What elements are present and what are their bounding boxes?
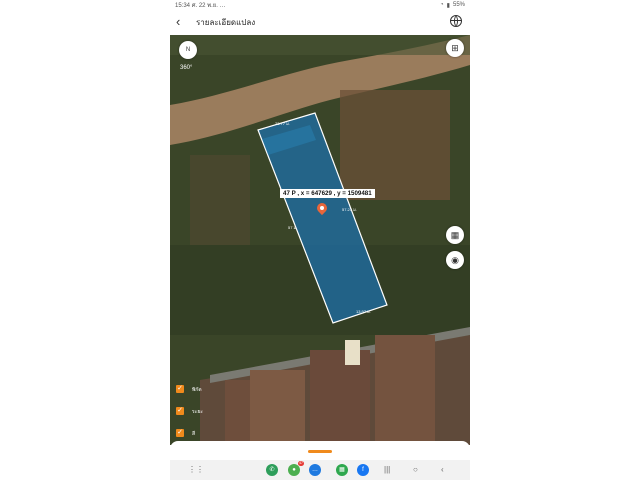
app-header: ‹ รายละเอียดแปลง bbox=[170, 10, 470, 34]
camera-button[interactable]: ◉ bbox=[446, 251, 464, 269]
phone-screen: 15:34 ศ. 22 พ.ย. … ◔ ▮ 55% ‹ รายละเอียดแ… bbox=[170, 0, 470, 480]
status-date: ศ. 22 พ.ย. bbox=[191, 3, 218, 9]
notification-badge: 47 bbox=[298, 461, 304, 466]
satellite-map[interactable]: 23.77 ม. 57.23 ม. 57 ม. 13.97 ม. 47 P , … bbox=[170, 35, 470, 445]
phone-app-icon[interactable]: ✆ bbox=[266, 464, 278, 476]
back-nav-icon[interactable]: ‹ bbox=[441, 464, 444, 476]
status-indicators: … bbox=[219, 3, 226, 9]
compass-icon: N bbox=[185, 46, 191, 53]
status-bar: 15:34 ศ. 22 พ.ย. … ◔ ▮ 55% bbox=[170, 0, 470, 10]
app-drawer-icon[interactable]: ⋮⋮ bbox=[188, 464, 204, 476]
dimension-top: 23.77 ม. bbox=[275, 121, 290, 126]
view-360-label[interactable]: 360° bbox=[180, 65, 192, 71]
signal-icon: ▮ bbox=[446, 2, 450, 9]
dimension-left: 57 ม. bbox=[288, 225, 298, 230]
dimension-right: 57.23 ม. bbox=[342, 207, 357, 212]
battery-level: 55% bbox=[452, 2, 465, 8]
grid-icon: ▦ bbox=[450, 229, 460, 240]
system-nav-bar: ⋮⋮ ✆ ● 47 … ▦ f ||| ○ ‹ bbox=[170, 460, 470, 480]
layer-label: ระยะ bbox=[192, 409, 203, 415]
layers-button[interactable]: ▦ bbox=[446, 226, 464, 244]
map-imagery bbox=[170, 35, 470, 445]
recent-apps-icon[interactable]: ||| bbox=[384, 464, 390, 476]
map-view-button[interactable]: ⊞ bbox=[446, 39, 464, 57]
checkbox[interactable]: ✓ bbox=[176, 385, 184, 393]
globe-icon[interactable] bbox=[450, 15, 462, 27]
layer-label: พิกัด bbox=[192, 387, 202, 393]
messages-app-icon[interactable]: ● 47 bbox=[288, 461, 304, 476]
back-arrow-icon[interactable]: ‹ bbox=[176, 14, 190, 30]
chat-app-icon[interactable]: … bbox=[309, 464, 321, 476]
bottom-sheet[interactable] bbox=[170, 441, 470, 461]
status-time: 15:34 bbox=[175, 3, 191, 9]
camera-icon: ◉ bbox=[451, 254, 459, 265]
dimension-bottom: 13.97 ม. bbox=[356, 309, 371, 314]
location-pin-icon[interactable] bbox=[317, 203, 327, 213]
apps-grid-app-icon[interactable]: ▦ bbox=[336, 464, 348, 476]
layer-label: สี bbox=[192, 431, 196, 437]
facebook-app-icon[interactable]: f bbox=[357, 464, 369, 476]
wifi-icon: ◔ bbox=[440, 2, 444, 8]
parcel-coordinate-label: 47 P , x = 647629 , y = 1509481 bbox=[280, 189, 375, 198]
checkbox[interactable]: ✓ bbox=[176, 407, 184, 415]
home-icon[interactable]: ○ bbox=[413, 464, 418, 476]
checkbox[interactable]: ✓ bbox=[176, 429, 184, 437]
page-title: รายละเอียดแปลง bbox=[196, 18, 256, 27]
map-icon: ⊞ bbox=[451, 42, 459, 53]
sheet-drag-handle[interactable] bbox=[308, 450, 332, 453]
compass-button[interactable]: N bbox=[179, 41, 197, 59]
